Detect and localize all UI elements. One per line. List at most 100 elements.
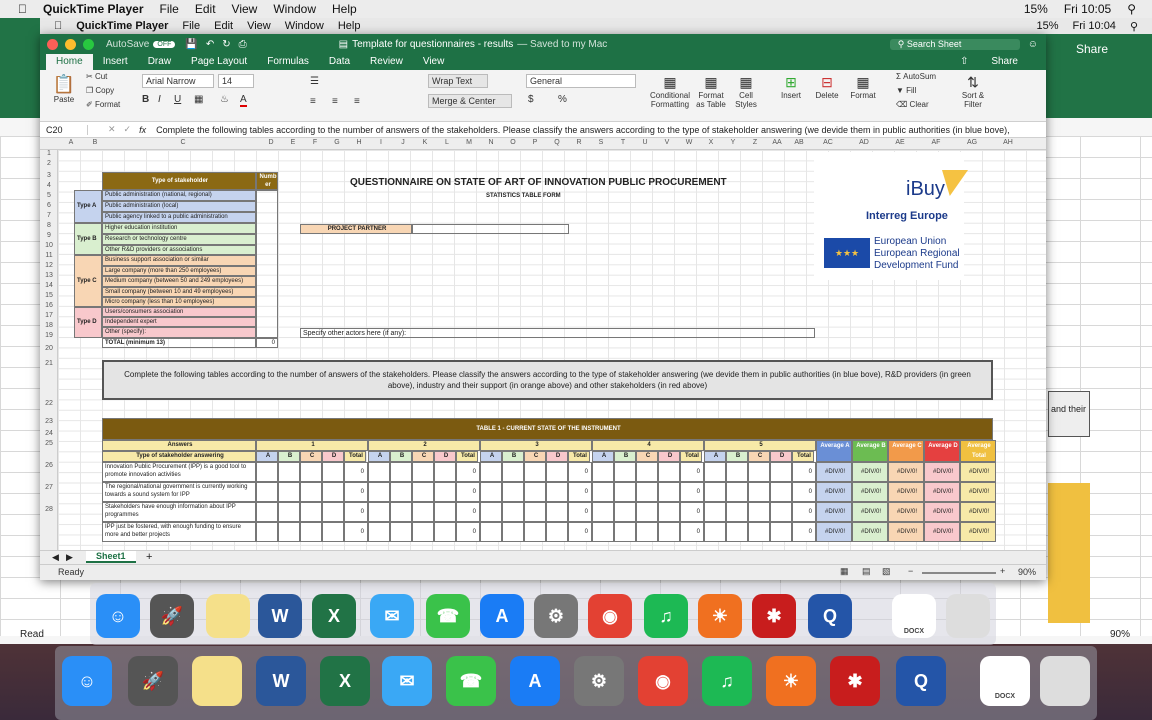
column-header[interactable]: R <box>568 139 590 146</box>
tab-review[interactable]: Review <box>360 54 413 70</box>
specify-other-actors[interactable]: Specify other actors here (if any): <box>300 328 815 338</box>
paste-button[interactable]: 📋 Paste <box>48 74 80 104</box>
inner-menu-help[interactable]: Help <box>338 20 361 32</box>
share-button[interactable]: ⇧ Share <box>940 54 1038 70</box>
trash-icon[interactable] <box>946 594 990 638</box>
column-header[interactable]: I <box>370 139 392 146</box>
app-store-icon[interactable]: A <box>480 594 524 638</box>
cell-styles-button[interactable]: ▦ Cell Styles <box>732 74 760 109</box>
row-header[interactable]: 13 <box>40 272 58 279</box>
column-header[interactable]: L <box>436 139 458 146</box>
column-header[interactable]: K <box>414 139 436 146</box>
firefox-icon[interactable]: ☀ <box>766 656 816 706</box>
column-header[interactable]: V <box>656 139 678 146</box>
worksheet[interactable]: 1 2 3 4 5 6 7 8 9 10 11 12 13 14 15 16 17 18 19 20 21 22 23 24 2… <box>40 150 1046 550</box>
zoom-in-icon[interactable]: + <box>1000 566 1005 576</box>
outer-menu-edit[interactable]: Edit <box>195 2 216 16</box>
sheet-tab-sheet1[interactable]: Sheet1 <box>86 551 136 563</box>
word-icon[interactable]: W <box>256 656 306 706</box>
align-top-icon[interactable]: ☰ <box>310 76 319 87</box>
column-header[interactable]: W <box>678 139 700 146</box>
outer-app-name[interactable]: QuickTime Player <box>43 2 144 16</box>
column-header[interactable]: U <box>634 139 656 146</box>
row-header[interactable]: 26 <box>40 462 58 469</box>
number-column[interactable] <box>256 190 278 338</box>
word-icon[interactable]: W <box>258 594 302 638</box>
inner-clock[interactable]: Fri 10:04 <box>1073 20 1116 32</box>
row-header[interactable]: 28 <box>40 506 58 513</box>
tab-insert[interactable]: Insert <box>93 54 138 70</box>
column-header[interactable]: O <box>502 139 524 146</box>
outer-battery[interactable]: 15% <box>1024 2 1048 16</box>
fx-button[interactable]: fx <box>139 125 146 135</box>
messages-icon[interactable]: ✉ <box>370 594 414 638</box>
outer-menu-help[interactable]: Help <box>332 2 357 16</box>
zoom-button[interactable] <box>83 38 94 50</box>
docx-file-icon[interactable]: DOCX <box>980 656 1030 706</box>
fill-color-icon[interactable]: ♨ <box>220 94 229 105</box>
row-header[interactable]: 3 <box>40 172 58 179</box>
font-name-select[interactable]: Arial Narrow <box>142 74 214 88</box>
column-header[interactable]: P <box>524 139 546 146</box>
column-header[interactable]: E <box>282 139 304 146</box>
row-header[interactable]: 14 <box>40 282 58 289</box>
smiley-icon[interactable]: ☺ <box>1028 39 1038 50</box>
column-header[interactable]: AG <box>954 139 990 146</box>
fill-button[interactable]: ▼ Fill <box>896 86 916 95</box>
outer-menu-window[interactable]: Window <box>273 2 316 16</box>
column-header[interactable]: F <box>304 139 326 146</box>
font-size-select[interactable]: 14 <box>218 74 254 88</box>
column-header[interactable]: AB <box>788 139 810 146</box>
row-header[interactable]: 11 <box>40 252 58 259</box>
column-header[interactable]: J <box>392 139 414 146</box>
print-icon[interactable]: ⎙ <box>239 39 247 50</box>
align-left-icon[interactable]: ≡ <box>310 96 316 107</box>
inner-menu-view[interactable]: View <box>247 20 271 32</box>
column-header[interactable]: AD <box>846 139 882 146</box>
save-icon[interactable]: 💾 <box>185 39 197 50</box>
inner-apple-icon[interactable]:  <box>54 20 62 32</box>
column-header[interactable]: A <box>58 139 84 146</box>
inner-app-name[interactable]: QuickTime Player <box>76 20 168 32</box>
row-header[interactable]: 20 <box>40 345 58 352</box>
number-format-select[interactable]: General <box>526 74 636 88</box>
acrobat-icon[interactable]: ✱ <box>830 656 880 706</box>
column-header[interactable]: S <box>590 139 612 146</box>
project-partner-input[interactable] <box>412 224 569 234</box>
excel-icon[interactable]: X <box>312 594 356 638</box>
row-header[interactable]: 25 <box>40 440 58 447</box>
format-as-table-button[interactable]: ▦ Format as Table <box>694 74 728 109</box>
format-cells-button[interactable]: ▦ Format <box>848 74 878 100</box>
column-header[interactable]: AE <box>882 139 918 146</box>
finder-icon[interactable]: ☺ <box>96 594 140 638</box>
row-header[interactable]: 6 <box>40 202 58 209</box>
column-header[interactable]: Q <box>546 139 568 146</box>
row-header[interactable]: 21 <box>40 360 58 367</box>
sort-filter-button[interactable]: ⇅ Sort & Filter <box>958 74 988 109</box>
system-preferences-icon[interactable]: ⚙ <box>534 594 578 638</box>
formula-input[interactable]: Complete the following tables according … <box>156 125 1011 135</box>
docx-file-icon[interactable]: DOCX <box>892 594 936 638</box>
wrap-text-button[interactable]: Wrap Text <box>428 74 488 88</box>
row-header[interactable]: 10 <box>40 242 58 249</box>
align-center-icon[interactable]: ≡ <box>332 96 338 107</box>
row-header[interactable]: 16 <box>40 302 58 309</box>
currency-icon[interactable]: $ <box>528 94 534 105</box>
tab-page-layout[interactable]: Page Layout <box>181 54 257 70</box>
tab-draw[interactable]: Draw <box>138 54 181 70</box>
background-share-button[interactable]: Share <box>1076 42 1108 56</box>
redo-icon[interactable]: ↻ <box>222 39 230 50</box>
chrome-icon[interactable]: ◉ <box>588 594 632 638</box>
excel-icon[interactable]: X <box>320 656 370 706</box>
inner-menu-window[interactable]: Window <box>285 20 324 32</box>
row-header[interactable]: 15 <box>40 292 58 299</box>
row-header[interactable]: 22 <box>40 400 58 407</box>
conditional-formatting-button[interactable]: ▦ Conditional Formatting <box>646 74 694 109</box>
column-header[interactable]: B <box>84 139 106 146</box>
tab-data[interactable]: Data <box>319 54 360 70</box>
column-header[interactable]: X <box>700 139 722 146</box>
column-header[interactable]: AA <box>766 139 788 146</box>
bold-button[interactable]: B <box>142 94 149 105</box>
apple-icon[interactable]:  <box>18 2 27 16</box>
cancel-icon[interactable]: ✕ <box>108 124 116 135</box>
